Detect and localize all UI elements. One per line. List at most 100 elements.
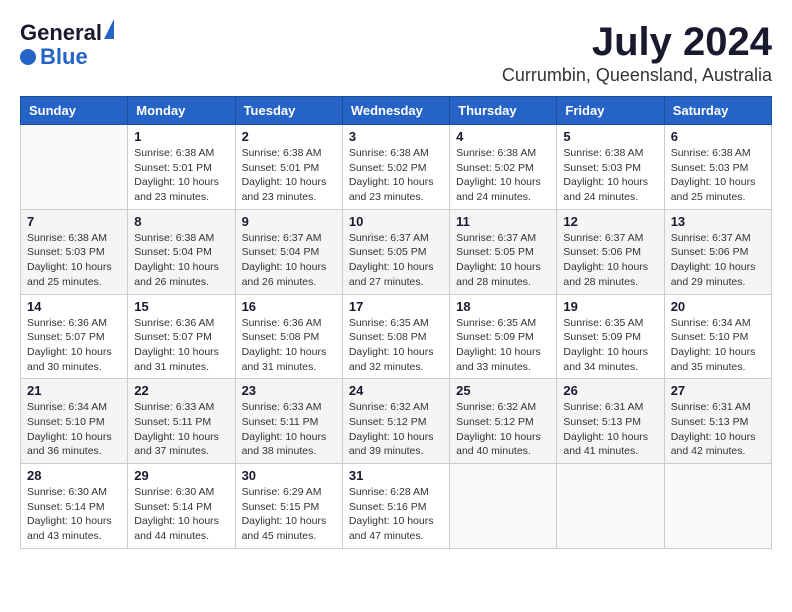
day-number: 12 [563,214,657,229]
calendar-cell: 15 Sunrise: 6:36 AMSunset: 5:07 PMDayligh… [128,294,235,379]
day-number: 5 [563,129,657,144]
subtitle: Currumbin, Queensland, Australia [502,65,772,86]
calendar-cell: 3 Sunrise: 6:38 AMSunset: 5:02 PMDaylight… [342,125,449,210]
day-number: 26 [563,383,657,398]
day-number: 3 [349,129,443,144]
day-header-saturday: Saturday [664,97,771,125]
logo-general: General [20,20,102,46]
day-number: 2 [242,129,336,144]
day-number: 30 [242,468,336,483]
day-info: Sunrise: 6:36 AMSunset: 5:07 PMDaylight:… [27,316,121,375]
calendar-cell: 22 Sunrise: 6:33 AMSunset: 5:11 PMDayligh… [128,379,235,464]
day-info: Sunrise: 6:35 AMSunset: 5:09 PMDaylight:… [456,316,550,375]
calendar-cell: 21 Sunrise: 6:34 AMSunset: 5:10 PMDayligh… [21,379,128,464]
calendar-cell: 11 Sunrise: 6:37 AMSunset: 5:05 PMDayligh… [450,209,557,294]
day-number: 14 [27,299,121,314]
calendar-cell: 7 Sunrise: 6:38 AMSunset: 5:03 PMDaylight… [21,209,128,294]
main-title: July 2024 [502,20,772,65]
day-number: 18 [456,299,550,314]
day-info: Sunrise: 6:38 AMSunset: 5:03 PMDaylight:… [563,146,657,205]
day-info: Sunrise: 6:35 AMSunset: 5:08 PMDaylight:… [349,316,443,375]
calendar-cell: 14 Sunrise: 6:36 AMSunset: 5:07 PMDayligh… [21,294,128,379]
day-info: Sunrise: 6:35 AMSunset: 5:09 PMDaylight:… [563,316,657,375]
day-number: 31 [349,468,443,483]
day-info: Sunrise: 6:38 AMSunset: 5:02 PMDaylight:… [456,146,550,205]
day-number: 21 [27,383,121,398]
week-row-5: 28Sunrise: 6:30 AMSunset: 5:14 PMDayligh… [21,464,772,549]
day-info: Sunrise: 6:34 AMSunset: 5:10 PMDaylight:… [671,316,765,375]
day-info: Sunrise: 6:38 AMSunset: 5:02 PMDaylight:… [349,146,443,205]
day-number: 13 [671,214,765,229]
day-info: Sunrise: 6:28 AMSunset: 5:16 PMDaylight:… [349,485,443,544]
day-header-friday: Friday [557,97,664,125]
calendar-header-row: SundayMondayTuesdayWednesdayThursdayFrid… [21,97,772,125]
week-row-1: 1 Sunrise: 6:38 AMSunset: 5:01 PMDaylight… [21,125,772,210]
day-info: Sunrise: 6:38 AMSunset: 5:04 PMDaylight:… [134,231,228,290]
day-number: 19 [563,299,657,314]
calendar-cell: 17 Sunrise: 6:35 AMSunset: 5:08 PMDayligh… [342,294,449,379]
calendar-cell: 30 Sunrise: 6:29 AMSunset: 5:15 PMDayligh… [235,464,342,549]
calendar-cell: 20 Sunrise: 6:34 AMSunset: 5:10 PMDayligh… [664,294,771,379]
day-number: 1 [134,129,228,144]
day-info: Sunrise: 6:37 AMSunset: 5:05 PMDaylight:… [456,231,550,290]
calendar-cell: 18 Sunrise: 6:35 AMSunset: 5:09 PMDayligh… [450,294,557,379]
day-info: Sunrise: 6:32 AMSunset: 5:12 PMDaylight:… [456,400,550,459]
day-info: Sunrise: 6:37 AMSunset: 5:06 PMDaylight:… [563,231,657,290]
calendar-cell: 2Sunrise: 6:38 AMSunset: 5:01 PMDaylight… [235,125,342,210]
day-info: Sunrise: 6:34 AMSunset: 5:10 PMDaylight:… [27,400,121,459]
day-number: 22 [134,383,228,398]
title-area: July 2024 Currumbin, Queensland, Austral… [502,20,772,86]
calendar-cell: 24 Sunrise: 6:32 AMSunset: 5:12 PMDayligh… [342,379,449,464]
day-number: 17 [349,299,443,314]
day-number: 20 [671,299,765,314]
week-row-3: 14 Sunrise: 6:36 AMSunset: 5:07 PMDayligh… [21,294,772,379]
day-number: 8 [134,214,228,229]
day-header-sunday: Sunday [21,97,128,125]
calendar-cell: 16Sunrise: 6:36 AMSunset: 5:08 PMDayligh… [235,294,342,379]
calendar-cell: 28Sunrise: 6:30 AMSunset: 5:14 PMDayligh… [21,464,128,549]
day-header-tuesday: Tuesday [235,97,342,125]
calendar-cell: 1 Sunrise: 6:38 AMSunset: 5:01 PMDaylight… [128,125,235,210]
day-number: 7 [27,214,121,229]
week-row-2: 7 Sunrise: 6:38 AMSunset: 5:03 PMDaylight… [21,209,772,294]
day-info: Sunrise: 6:30 AMSunset: 5:14 PMDaylight:… [27,485,121,544]
calendar-cell: 9Sunrise: 6:37 AMSunset: 5:04 PMDaylight… [235,209,342,294]
calendar-cell: 25 Sunrise: 6:32 AMSunset: 5:12 PMDayligh… [450,379,557,464]
calendar-cell [450,464,557,549]
day-info: Sunrise: 6:29 AMSunset: 5:15 PMDaylight:… [242,485,336,544]
day-info: Sunrise: 6:33 AMSunset: 5:11 PMDaylight:… [134,400,228,459]
calendar-cell: 31 Sunrise: 6:28 AMSunset: 5:16 PMDayligh… [342,464,449,549]
header: General Blue July 2024 Currumbin, Queens… [20,20,772,86]
day-number: 4 [456,129,550,144]
day-info: Sunrise: 6:33 AMSunset: 5:11 PMDaylight:… [242,400,336,459]
day-number: 16 [242,299,336,314]
calendar-cell: 5 Sunrise: 6:38 AMSunset: 5:03 PMDaylight… [557,125,664,210]
day-info: Sunrise: 6:38 AMSunset: 5:01 PMDaylight:… [134,146,228,205]
calendar-cell: 10 Sunrise: 6:37 AMSunset: 5:05 PMDayligh… [342,209,449,294]
calendar-cell: 27Sunrise: 6:31 AMSunset: 5:13 PMDayligh… [664,379,771,464]
day-info: Sunrise: 6:36 AMSunset: 5:07 PMDaylight:… [134,316,228,375]
day-number: 25 [456,383,550,398]
day-header-monday: Monday [128,97,235,125]
day-number: 11 [456,214,550,229]
day-info: Sunrise: 6:37 AMSunset: 5:06 PMDaylight:… [671,231,765,290]
day-number: 15 [134,299,228,314]
day-info: Sunrise: 6:38 AMSunset: 5:03 PMDaylight:… [671,146,765,205]
calendar-cell: 6Sunrise: 6:38 AMSunset: 5:03 PMDaylight… [664,125,771,210]
day-number: 29 [134,468,228,483]
day-info: Sunrise: 6:32 AMSunset: 5:12 PMDaylight:… [349,400,443,459]
day-info: Sunrise: 6:30 AMSunset: 5:14 PMDaylight:… [134,485,228,544]
day-header-thursday: Thursday [450,97,557,125]
calendar-cell: 4 Sunrise: 6:38 AMSunset: 5:02 PMDaylight… [450,125,557,210]
calendar-cell [557,464,664,549]
calendar-cell: 8 Sunrise: 6:38 AMSunset: 5:04 PMDaylight… [128,209,235,294]
calendar-cell: 13 Sunrise: 6:37 AMSunset: 5:06 PMDayligh… [664,209,771,294]
day-number: 10 [349,214,443,229]
calendar-cell: 23Sunrise: 6:33 AMSunset: 5:11 PMDayligh… [235,379,342,464]
day-number: 24 [349,383,443,398]
day-info: Sunrise: 6:37 AMSunset: 5:05 PMDaylight:… [349,231,443,290]
day-info: Sunrise: 6:38 AMSunset: 5:03 PMDaylight:… [27,231,121,290]
day-header-wednesday: Wednesday [342,97,449,125]
calendar-cell: 19 Sunrise: 6:35 AMSunset: 5:09 PMDayligh… [557,294,664,379]
day-number: 27 [671,383,765,398]
